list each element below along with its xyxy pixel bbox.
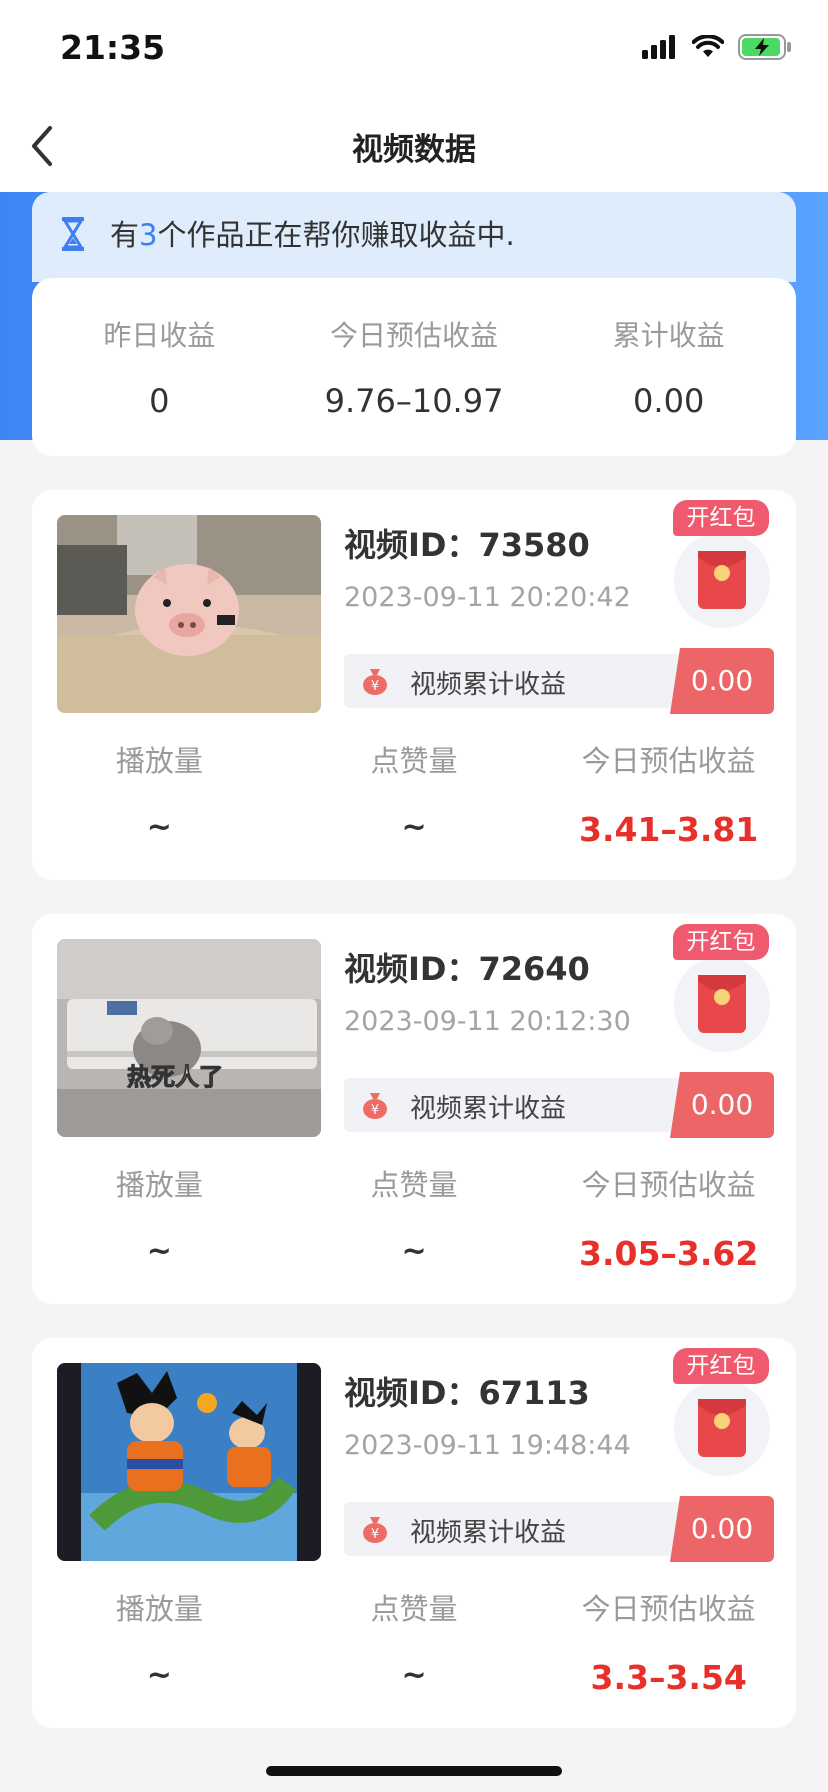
summary-yesterday: 昨日收益 0	[32, 278, 287, 456]
earning-notice: 有3个作品正在帮你赚取收益中.	[32, 192, 796, 282]
thumbnail-caption: 热死人了	[127, 1063, 223, 1091]
video-timestamp: 2023-09-11 20:20:42	[344, 582, 631, 613]
summary-label: 累计收益	[612, 319, 725, 352]
red-packet-badge: 开红包	[673, 924, 769, 960]
money-bag-icon: ¥	[363, 669, 387, 695]
stat-value: ~	[146, 1658, 172, 1693]
earnings-label: 视频累计收益	[410, 1518, 567, 1548]
earnings-summary: 昨日收益 0 今日预估收益 9.76–10.97 累计收益 0.00	[32, 278, 796, 456]
stat-label: 播放量	[115, 1592, 203, 1626]
video-thumbnail[interactable]: 热死人了	[57, 939, 321, 1137]
video-timestamp: 2023-09-11 20:12:30	[344, 1006, 631, 1037]
earnings-value: 0.00	[670, 648, 774, 714]
stat-value: ~	[401, 810, 427, 845]
video-card[interactable]: 视频ID：67113 2023-09-11 19:48:44 开红包 ¥ 视频累…	[32, 1338, 796, 1728]
red-envelope-icon	[698, 975, 746, 1033]
video-stats: 播放量 ~ 点赞量 ~ 今日预估收益 3.05–3.62	[32, 1162, 796, 1274]
stat-value: 3.41–3.81	[579, 810, 759, 849]
video-id: 视频ID：67113	[344, 1374, 590, 1412]
earnings-value: 0.00	[670, 1072, 774, 1138]
red-packet-badge: 开红包	[673, 1348, 769, 1384]
stat-plays: 播放量 ~	[32, 1162, 287, 1274]
stat-label: 播放量	[115, 1168, 203, 1202]
earnings-value: 0.00	[670, 1496, 774, 1562]
stat-likes: 点赞量 ~	[287, 738, 542, 850]
summary-value: 0	[149, 382, 170, 420]
open-red-packet-button[interactable]: 开红包	[672, 1348, 772, 1476]
video-cumulative-earnings: ¥ 视频累计收益 0.00	[344, 648, 774, 714]
video-thumbnail[interactable]	[57, 1363, 321, 1561]
red-envelope-icon	[698, 1399, 746, 1457]
stat-value: 3.05–3.62	[579, 1234, 759, 1273]
money-bag-icon: ¥	[363, 1517, 387, 1543]
notice-text: 有3个作品正在帮你赚取收益中.	[110, 218, 515, 252]
summary-today-estimate: 今日预估收益 9.76–10.97	[287, 278, 542, 456]
video-card[interactable]: 视频ID：73580 2023-09-11 20:20:42 开红包 ¥ 视频累…	[32, 490, 796, 880]
video-thumbnail[interactable]	[57, 515, 321, 713]
stat-likes: 点赞量 ~	[287, 1586, 542, 1698]
battery-charging-icon	[738, 34, 791, 60]
open-red-packet-button[interactable]: 开红包	[672, 924, 772, 1052]
video-timestamp: 2023-09-11 19:48:44	[344, 1430, 631, 1461]
stat-today-estimate: 今日预估收益 3.3–3.54	[541, 1586, 796, 1698]
status-time: 21:35	[60, 28, 166, 67]
money-bag-icon: ¥	[363, 1093, 387, 1119]
active-works-count: 3	[139, 218, 158, 252]
red-envelope-icon	[698, 551, 746, 609]
video-id: 视频ID：73580	[344, 526, 590, 564]
summary-label: 今日预估收益	[330, 319, 499, 352]
stat-label: 点赞量	[370, 1592, 458, 1626]
status-bar: 21:35	[0, 0, 828, 100]
video-cumulative-earnings: ¥ 视频累计收益 0.00	[344, 1496, 774, 1562]
status-icons	[642, 34, 792, 60]
home-indicator[interactable]	[266, 1766, 562, 1776]
stat-plays: 播放量 ~	[32, 738, 287, 850]
stat-value: ~	[146, 810, 172, 845]
video-stats: 播放量 ~ 点赞量 ~ 今日预估收益 3.41–3.81	[32, 738, 796, 850]
stat-label: 今日预估收益	[581, 744, 756, 778]
red-packet-badge: 开红包	[673, 500, 769, 536]
summary-value: 9.76–10.97	[324, 382, 504, 420]
earnings-label: 视频累计收益	[410, 1094, 567, 1124]
svg-text:¥: ¥	[371, 1527, 379, 1542]
stat-value: ~	[401, 1658, 427, 1693]
cellular-signal-icon	[642, 35, 675, 59]
stat-label: 今日预估收益	[581, 1592, 756, 1626]
summary-total: 累计收益 0.00	[541, 278, 796, 456]
video-id: 视频ID：72640	[344, 950, 590, 988]
stat-label: 播放量	[115, 744, 203, 778]
nav-bar: 视频数据	[0, 100, 828, 192]
wifi-icon	[692, 35, 724, 57]
earnings-label: 视频累计收益	[410, 670, 567, 700]
stat-label: 点赞量	[370, 744, 458, 778]
page-title: 视频数据	[352, 132, 476, 168]
video-card[interactable]: 热死人了 视频ID：72640 2023-09-11 20:12:30 开红包 …	[32, 914, 796, 1304]
hourglass-icon	[62, 217, 84, 251]
stat-label: 点赞量	[370, 1168, 458, 1202]
stat-today-estimate: 今日预估收益 3.05–3.62	[541, 1162, 796, 1274]
svg-text:¥: ¥	[371, 679, 379, 694]
stat-value: ~	[401, 1234, 427, 1269]
summary-label: 昨日收益	[103, 319, 216, 352]
stat-label: 今日预估收益	[581, 1168, 756, 1202]
stat-today-estimate: 今日预估收益 3.41–3.81	[541, 738, 796, 850]
stat-likes: 点赞量 ~	[287, 1162, 542, 1274]
summary-value: 0.00	[633, 382, 705, 420]
svg-text:¥: ¥	[371, 1103, 379, 1118]
stat-plays: 播放量 ~	[32, 1586, 287, 1698]
video-stats: 播放量 ~ 点赞量 ~ 今日预估收益 3.3–3.54	[32, 1586, 796, 1698]
video-cumulative-earnings: ¥ 视频累计收益 0.00	[344, 1072, 774, 1138]
stat-value: 3.3–3.54	[590, 1658, 747, 1697]
open-red-packet-button[interactable]: 开红包	[672, 500, 772, 628]
stat-value: ~	[146, 1234, 172, 1269]
